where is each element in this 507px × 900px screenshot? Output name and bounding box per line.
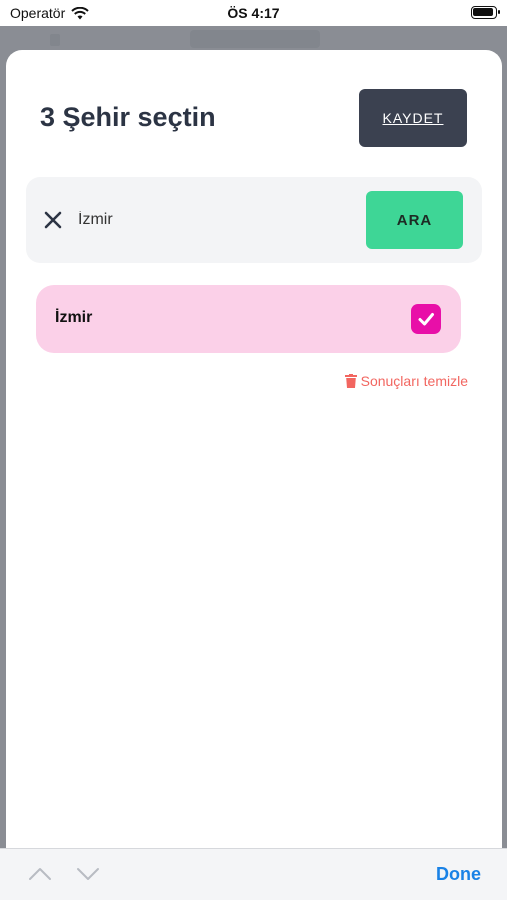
result-label: İzmir <box>55 309 93 326</box>
battery-icon <box>471 6 500 19</box>
done-button[interactable]: Done <box>436 864 481 885</box>
backdrop-title <box>190 30 320 48</box>
result-checkbox[interactable] <box>411 304 441 334</box>
trash-icon <box>344 374 357 388</box>
backdrop-back-icon <box>50 34 60 46</box>
checkmark-icon <box>418 313 434 326</box>
chevron-down-icon[interactable] <box>76 866 100 882</box>
status-bar: Operatör ÖS 4:17 <box>0 0 507 26</box>
clear-results-label: Sonuçları temizle <box>360 373 468 389</box>
close-icon[interactable] <box>42 209 64 231</box>
keyboard-toolbar: Done <box>0 848 507 900</box>
search-input[interactable] <box>78 207 358 233</box>
result-item[interactable]: İzmir <box>36 285 461 353</box>
clear-results-link[interactable]: Sonuçları temizle <box>344 373 468 389</box>
search-card: ARA <box>26 177 482 263</box>
city-select-sheet: 3 Şehir seçtin KAYDET ARA İzmir Sonuçlar… <box>6 50 502 860</box>
save-button[interactable]: KAYDET <box>359 89 467 147</box>
status-time: ÖS 4:17 <box>227 5 280 21</box>
page-title: 3 Şehir seçtin <box>40 102 216 132</box>
search-button[interactable]: ARA <box>366 191 463 249</box>
chevron-up-icon[interactable] <box>28 866 52 882</box>
